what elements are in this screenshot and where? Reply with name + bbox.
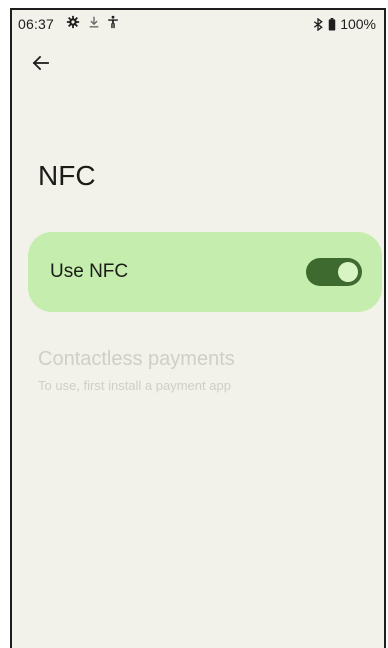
device-screen: 06:37 100% NFC Use NFC Contactless payme… (10, 8, 386, 648)
status-bar: 06:37 100% (12, 10, 384, 36)
battery-icon (328, 17, 336, 31)
bluetooth-icon (314, 17, 323, 31)
page-title: NFC (38, 160, 96, 191)
status-time: 06:37 (18, 16, 55, 32)
battery-percent: 100% (340, 16, 376, 32)
status-right: 100% (312, 16, 376, 32)
arrow-left-icon (32, 55, 49, 71)
use-nfc-label: Use NFC (50, 261, 129, 282)
gear-icon (66, 15, 80, 29)
back-button[interactable] (26, 48, 56, 78)
use-nfc-switch[interactable] (306, 258, 362, 286)
accessibility-icon (108, 15, 118, 29)
contactless-payments-subtitle: To use, first install a payment app (38, 378, 231, 393)
switch-thumb (338, 262, 358, 282)
use-nfc-row[interactable]: Use NFC (28, 232, 382, 312)
contactless-payments-title: Contactless payments (38, 348, 235, 370)
download-icon (89, 16, 99, 28)
